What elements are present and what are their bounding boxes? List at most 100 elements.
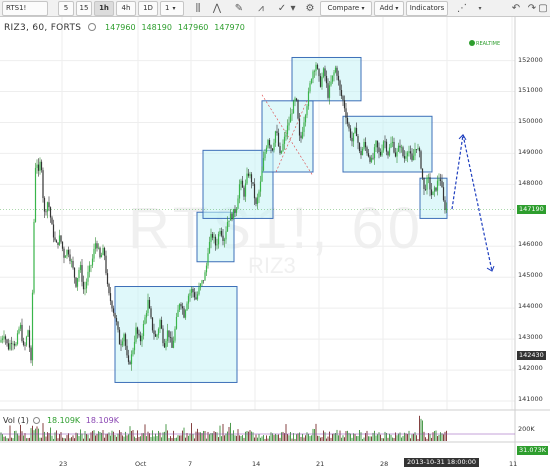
volume-bar [318, 435, 320, 441]
chevron-down-icon[interactable]: ▾ [474, 1, 486, 16]
volume-bar [284, 433, 285, 441]
volume-bar [242, 435, 243, 441]
volume-bar [383, 438, 384, 441]
candle-body [184, 310, 187, 318]
indicators-button[interactable]: Indicators [406, 1, 448, 16]
price-chart[interactable] [0, 17, 550, 466]
candle-body [133, 341, 136, 351]
candle-body [160, 319, 163, 329]
candle-body [97, 247, 100, 249]
candle-body [334, 67, 337, 73]
volume-bar [57, 438, 59, 441]
candle-body [34, 167, 37, 222]
candle-body [195, 297, 197, 300]
volume-bar [354, 433, 356, 441]
volume-bar [440, 432, 441, 441]
volume-bar [195, 431, 197, 441]
interval-4h-button[interactable]: 4h [116, 1, 136, 16]
candle-body [72, 260, 74, 268]
candle-body [28, 330, 31, 348]
candle-body [351, 137, 353, 142]
candle-body [252, 182, 254, 184]
volume-bar [129, 426, 131, 441]
volume-bar [33, 430, 35, 441]
volume-bar [144, 424, 146, 441]
candle-body [408, 151, 410, 153]
legend-high: 148190 [141, 23, 172, 32]
volume-bar [260, 437, 261, 441]
candle-body [415, 149, 418, 150]
volume-bar [107, 433, 108, 441]
volume-bar [12, 438, 14, 441]
interval-1d-button[interactable]: 1D [138, 1, 158, 16]
volume-bar [249, 430, 251, 441]
more-tools-icon[interactable]: ▾ [285, 1, 301, 16]
gear-icon[interactable]: ⚙ [302, 1, 318, 16]
volume-settings-icon[interactable] [33, 417, 41, 424]
legend-close: 147970 [214, 23, 245, 32]
volume-bar [29, 437, 30, 441]
pattern-icon[interactable]: ⋰ [452, 1, 472, 16]
legend-settings-icon[interactable] [88, 23, 97, 31]
volume-bar [38, 428, 39, 441]
interval-5-button[interactable]: 5 [58, 1, 74, 16]
legend-low: 147960 [177, 23, 209, 32]
volume-bar [233, 430, 234, 441]
candle-body [298, 118, 301, 136]
volume-bar [213, 431, 215, 441]
interval-dropdown[interactable]: 1 ▾ [160, 1, 184, 16]
volume-bar [288, 435, 290, 441]
symbol-input[interactable]: RTS1! [2, 1, 48, 16]
chart-area[interactable]: RTS1!, 60 RIZ3 [0, 17, 550, 466]
candle-body [304, 115, 307, 123]
compare-button[interactable]: Compare ▾ [320, 1, 372, 16]
interval-1h-button[interactable]: 1h [94, 1, 114, 16]
fullscreen-icon[interactable]: ▢ [537, 1, 549, 16]
x-tick: 23 [59, 460, 68, 468]
candlestick-style-icon[interactable]: ⫼ [190, 1, 206, 16]
candle-body [357, 136, 359, 143]
candle-body [384, 141, 386, 143]
volume-bar [261, 436, 263, 441]
candle-body [130, 354, 133, 365]
volume-bar [114, 435, 116, 441]
candle-body [171, 337, 173, 348]
volume-bar [329, 431, 330, 441]
volume-bar [123, 436, 125, 441]
candle-body [18, 328, 20, 334]
volume-bar [98, 431, 99, 441]
candle-body [309, 83, 311, 92]
volume-bar [306, 432, 308, 441]
volume-bar [165, 424, 167, 441]
candle-body [330, 81, 332, 86]
candle-body [42, 170, 44, 199]
candle-body [106, 273, 109, 285]
candle-body [238, 184, 241, 199]
candle-body [172, 340, 175, 348]
candle-body [237, 198, 239, 209]
candle-body [216, 244, 218, 246]
volume-bar [237, 429, 239, 441]
line-style-icon[interactable]: ⋀ [209, 1, 225, 16]
volume-bar [35, 428, 36, 441]
candle-body [294, 98, 296, 102]
volume-bar [93, 430, 95, 441]
interval-15-button[interactable]: 15 [76, 1, 92, 16]
volume-bar [276, 434, 278, 441]
candle-body [27, 330, 29, 337]
add-button[interactable]: Add ▾ [374, 1, 404, 16]
candle-body [60, 235, 62, 242]
drawing-tools-icon[interactable]: ✎ [231, 1, 247, 16]
volume-bar [429, 433, 431, 441]
candle-body [256, 197, 259, 204]
chart-template-icon[interactable]: ⩘ [253, 1, 269, 16]
undo-icon[interactable]: ↶ [508, 1, 524, 16]
volume-bar [396, 435, 398, 441]
candle-body [363, 141, 365, 149]
candle-body [370, 157, 373, 162]
volume-bar [44, 431, 45, 441]
candle-body [180, 304, 182, 307]
candle-body [397, 145, 400, 152]
candle-body [166, 330, 169, 341]
candle-body [331, 75, 334, 82]
